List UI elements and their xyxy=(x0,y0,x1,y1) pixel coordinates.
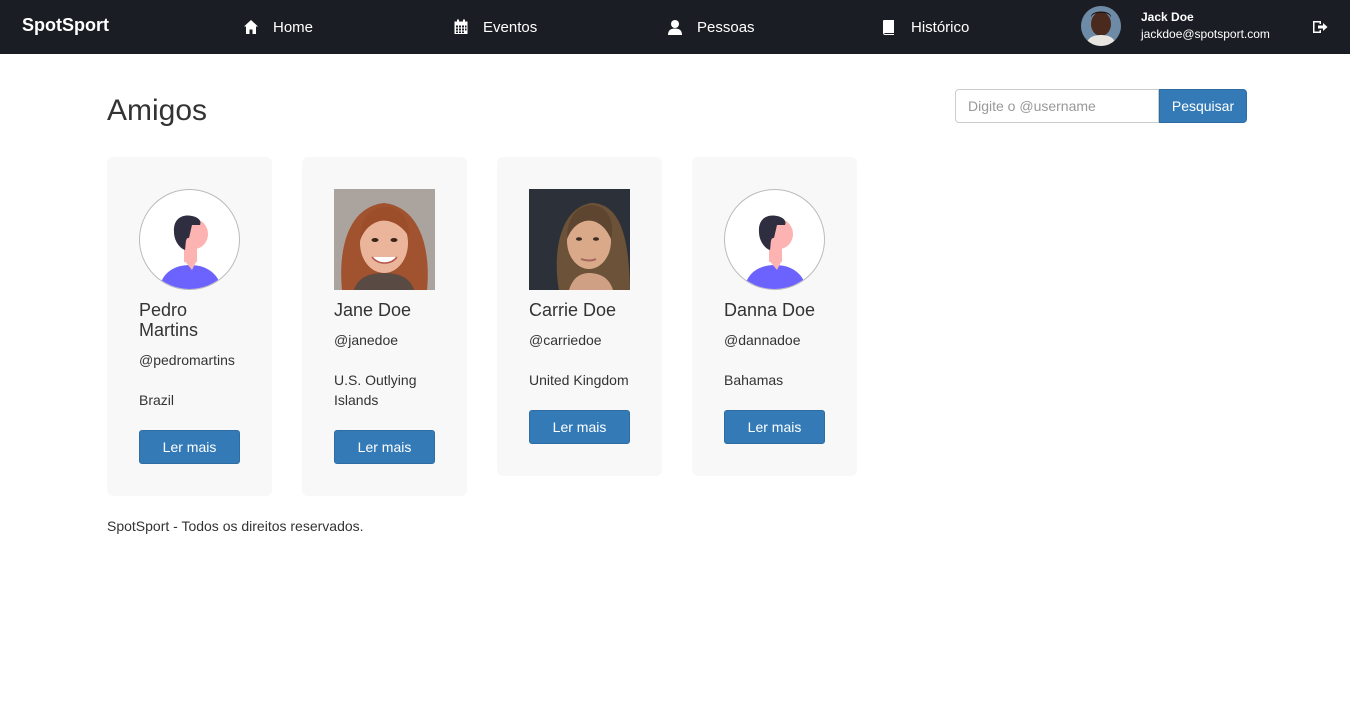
search-button[interactable]: Pesquisar xyxy=(1159,89,1247,123)
read-more-button[interactable]: Ler mais xyxy=(529,410,630,444)
footer-text: SpotSport - Todos os direitos reservados… xyxy=(107,518,364,534)
read-more-button[interactable]: Ler mais xyxy=(139,430,240,464)
nav-item-label: Pessoas xyxy=(697,18,755,36)
friend-name: Jane Doe xyxy=(334,300,412,320)
user-icon xyxy=(668,20,682,35)
friend-card: Pedro Martins @pedromartins Brazil Ler m… xyxy=(107,157,272,496)
profile-photo xyxy=(334,189,435,290)
user-photo xyxy=(1081,6,1121,46)
nav-item-home[interactable]: Home xyxy=(243,0,313,54)
friend-username: @janedoe xyxy=(334,332,399,348)
friend-country: United Kingdom xyxy=(529,372,629,388)
friend-name: Carrie Doe xyxy=(529,300,617,320)
user-name: Jack Doe xyxy=(1141,10,1194,24)
nav-item-label: Histórico xyxy=(911,18,970,36)
read-more-button[interactable]: Ler mais xyxy=(334,430,435,464)
friend-card: Jane Doe @janedoe U.S. Outlying Islands … xyxy=(302,157,467,496)
friend-country: Bahamas xyxy=(724,372,784,388)
search-input[interactable] xyxy=(955,89,1159,123)
nav-item-eventos[interactable]: Eventos xyxy=(453,0,537,54)
friend-card: Danna Doe @dannadoe Bahamas Ler mais xyxy=(692,157,857,476)
calendar-icon xyxy=(454,19,468,34)
nav-item-label: Eventos xyxy=(483,18,538,36)
user-email: jackdoe@spotsport.com xyxy=(1141,27,1270,41)
friend-country: U.S. Outlying Islands xyxy=(334,372,417,408)
nav-item-label: Home xyxy=(273,18,314,36)
brand-logo[interactable]: SpotSport xyxy=(22,15,109,36)
friend-country: Brazil xyxy=(139,392,175,408)
friend-username: @pedromartins xyxy=(139,352,235,368)
friend-username: @carriedoe xyxy=(529,332,602,348)
top-navbar: SpotSport Home Eventos Pessoas Histórico… xyxy=(0,0,1350,54)
profile-photo xyxy=(529,189,630,290)
logout-icon[interactable] xyxy=(1312,19,1328,35)
default-avatar-icon xyxy=(139,189,240,290)
page-title: Amigos xyxy=(107,94,208,127)
book-icon xyxy=(883,20,894,35)
user-avatar[interactable] xyxy=(1081,6,1121,46)
friend-username: @dannadoe xyxy=(724,332,801,348)
read-more-button[interactable]: Ler mais xyxy=(724,410,825,444)
friend-name: Danna Doe xyxy=(724,300,816,320)
friend-card: Carrie Doe @carriedoe United Kingdom Ler… xyxy=(497,157,662,476)
default-avatar-icon xyxy=(724,189,825,290)
friend-name: Pedro Martins xyxy=(139,300,199,340)
nav-item-pessoas[interactable]: Pessoas xyxy=(667,0,755,54)
home-icon xyxy=(244,20,258,34)
nav-item-historico[interactable]: Histórico xyxy=(881,0,969,54)
